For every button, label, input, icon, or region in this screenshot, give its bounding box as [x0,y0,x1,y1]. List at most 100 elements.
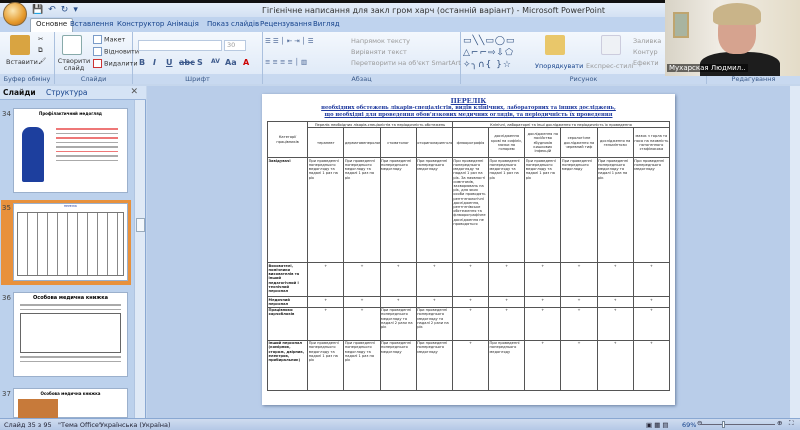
panel-scrollbar[interactable] [134,100,145,418]
table-cell: При проведенні попереднього медогляду та… [451,157,490,264]
cut-icon[interactable]: ✂ [38,35,43,43]
column-header: дослідження крові на сифіліс, мазки на г… [488,127,526,159]
copy-icon[interactable]: ⧉ [38,46,43,55]
window-title: Гігієнічне написання для закл гром харч … [262,6,606,15]
zoom-out-icon[interactable]: ⊖ [697,419,702,427]
layout-button[interactable]: Макет [93,35,125,44]
slide-thumbnail-selected[interactable]: ПЕРЕЛІК [13,203,128,281]
table-cell: + [560,339,598,391]
table-cell: + [379,296,417,308]
new-slide-icon [62,35,82,55]
text-direction-button[interactable]: Напрямок тексту [351,37,410,45]
save-icon[interactable]: 💾 [32,5,43,15]
thumb-title: Профілактичний медогляд [38,111,103,116]
slide-thumbnail[interactable]: Особова медична книжка [13,388,128,419]
table-cell: + [451,296,490,308]
font-group: 30 B I U abc S AV Aa A Шрифт [133,32,263,84]
tab-animation[interactable]: Анімація [167,20,199,28]
strikethrough-button[interactable]: abc [179,58,195,67]
status-bar: Слайд 35 з 95 "Тема Office" Українська (… [0,418,800,430]
wall-picture [673,12,689,38]
paste-button[interactable]: Вставити [6,58,38,66]
zoom-slider[interactable] [700,421,775,428]
quick-access-toolbar: 💾 ↶ ↻ ▾ [32,5,78,15]
tab-insert[interactable]: Вставлення [70,20,113,28]
presenter-hair [713,3,761,25]
table-cell: При проведенні попереднього медогляду [379,339,417,391]
table-cell: При проведенні попереднього медогляду [415,157,453,264]
underline-button[interactable]: U [166,58,173,67]
slide-subtitle-2: що необхідні для проведення обов'язкових… [324,112,613,118]
list-buttons[interactable]: ☰ ☰ │ ⇤ ⇥ │ ☰ [265,37,314,45]
slide-thumbnail[interactable]: Профілактичний медогляд [13,108,128,193]
shapes-gallery[interactable]: ▭╲╲▭◯▭ △⌐⌐⇨⇩⬠ ✧╮∩{ }☆ [463,35,515,71]
tab-slideshow[interactable]: Показ слайдів [207,20,259,28]
zoom-slider-thumb[interactable] [722,421,725,428]
fill-button[interactable]: Заливка [633,37,661,45]
redo-icon[interactable]: ↻ [61,5,69,15]
thumb-title: ПЕРЕЛІК [63,204,78,208]
bold-button[interactable]: B [139,58,145,67]
new-slide-button[interactable]: Створити слайд [57,58,91,72]
slide-thumbnail[interactable]: Особова медична книжка [13,292,128,377]
zoom-level[interactable]: 69% [682,421,696,429]
table-cell: + [632,262,671,298]
spacing-button[interactable]: AV [211,58,220,65]
language[interactable]: Українська (Україна) [100,421,171,429]
table-row: Працівники харчоблоків + + При проведенні п… [266,306,671,341]
table-cell: + [379,262,417,298]
tab-outline[interactable]: Структура [46,88,88,97]
align-buttons[interactable]: ≡ ≡ ≡ ≡ │ ▥ [265,58,307,66]
table-cell: + [632,339,671,391]
table-cell: + [451,306,490,341]
view-buttons[interactable]: ▣ ▦ ▤ [646,421,669,429]
effects-button[interactable]: Ефекти [633,59,659,67]
table-cell: + [451,262,490,298]
table-cell: + [415,262,453,298]
tab-design[interactable]: Конструктор [117,20,164,28]
format-painter-icon[interactable]: 🖌 [38,57,46,65]
slide-number: 36 [2,294,11,302]
change-case-button[interactable]: Aa [225,58,237,67]
tab-home[interactable]: Основне [30,18,74,32]
italic-button[interactable]: I [153,58,156,67]
arrange-button[interactable]: Упорядкувати [535,62,583,70]
main-scrollbar[interactable] [790,86,800,418]
table-cell: При проведенні попереднього медогляду та… [488,157,526,264]
font-color-button[interactable]: A [243,58,249,67]
category-header: Категорії працівників [266,120,309,159]
tab-view[interactable]: Вигляд [313,20,340,28]
font-name-input[interactable] [138,40,222,51]
table-cell: + [596,339,634,391]
slide-subtitle-1: необхідних обстежень лікарів-спеціалісті… [321,105,616,111]
close-panel-icon[interactable]: ✕ [130,87,138,97]
slide-canvas[interactable]: ПЕРЕЛІК необхідних обстежень лікарів-спе… [262,94,675,405]
tab-review[interactable]: Рецензування [260,20,312,28]
zoom-in-icon[interactable]: ⊕ [777,419,782,427]
office-button[interactable] [3,2,27,26]
delete-button[interactable]: Видалити [93,59,138,68]
slide-number: 37 [2,390,11,398]
table-cell: При проведенні попереднього медогляду та… [343,339,381,391]
smartart-button[interactable]: Перетворити на об'єкт SmartArt [351,59,461,67]
layout-label: Макет [104,35,126,44]
customize-qat-icon[interactable]: ▾ [73,5,78,15]
align-text-button[interactable]: Вирівняти текст [351,48,407,56]
quick-styles-button[interactable]: Експрес-стилі [586,62,633,70]
shadow-button[interactable]: S [197,58,203,67]
fit-window-icon[interactable]: ⛶ [789,419,794,428]
tab-slides[interactable]: Слайди [3,88,36,97]
paragraph-label: Абзац [263,74,460,84]
outline-button[interactable]: Контур [633,48,658,56]
thumb-table [17,212,124,276]
table-cell: + [596,262,634,298]
column-header: дослідження на гельмінтози [596,127,634,159]
font-size-input[interactable]: 30 [224,40,246,51]
undo-icon[interactable]: ↶ [48,5,56,15]
table-cell: + [560,262,598,298]
panel-scroll-thumb[interactable] [136,218,145,232]
table-cell: При проведенні попереднього медогляду [415,339,453,391]
thumb-image [18,399,58,419]
table-cell: + [488,262,526,298]
table-cell: + [307,262,345,298]
